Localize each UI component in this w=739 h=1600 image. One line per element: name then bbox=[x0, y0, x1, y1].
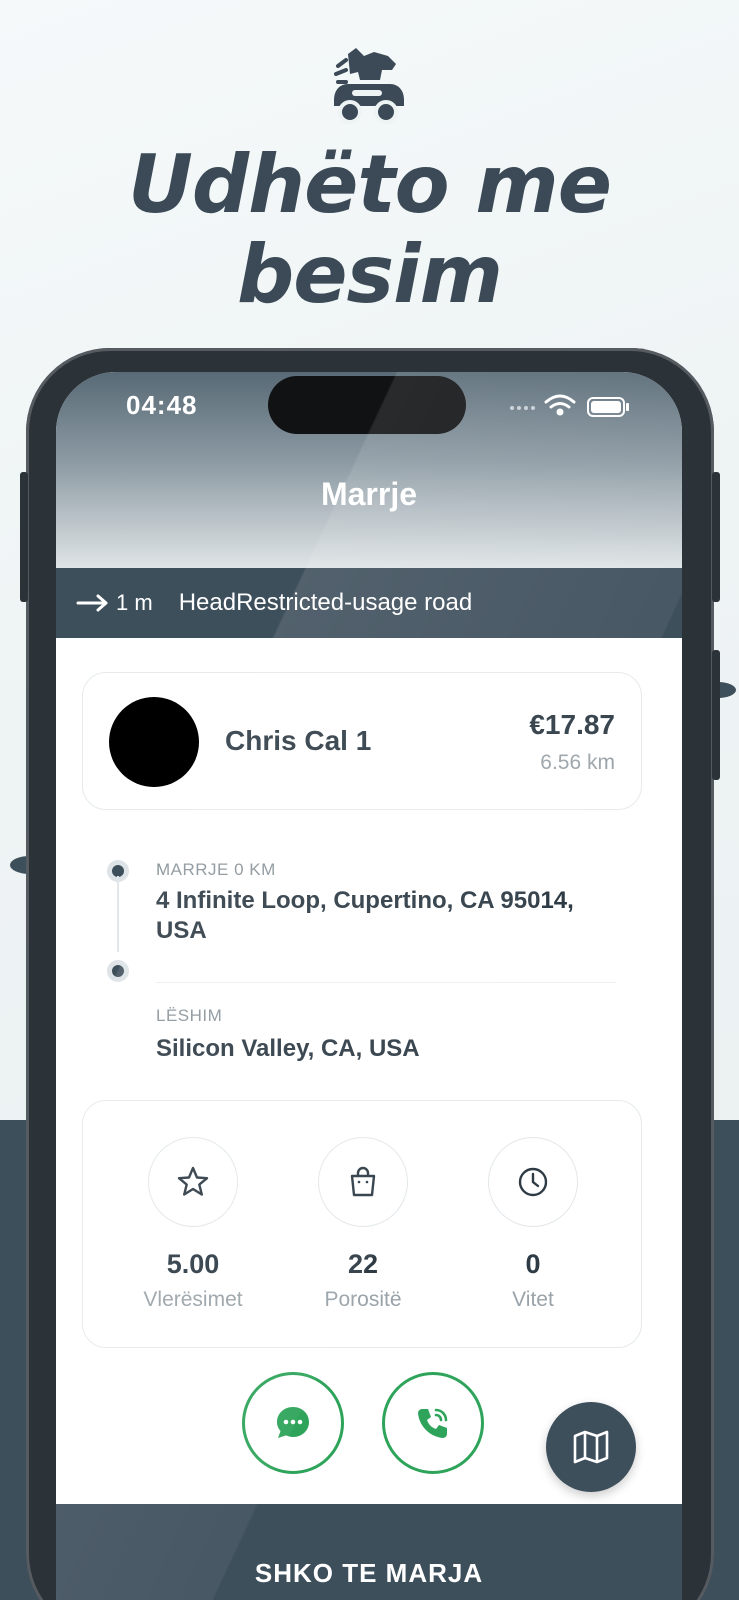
status-icons bbox=[510, 394, 629, 417]
go-to-pickup-label: SHKO TE MARJA bbox=[254, 1558, 484, 1588]
car-logo-icon bbox=[334, 48, 404, 124]
stat-value: 0 bbox=[525, 1249, 541, 1279]
signal-icon bbox=[510, 406, 535, 410]
map-icon bbox=[573, 1430, 609, 1464]
phone-side-button bbox=[20, 472, 28, 602]
chat-button[interactable] bbox=[242, 1372, 344, 1474]
stat-icon-circle bbox=[318, 1137, 408, 1227]
battery-icon bbox=[587, 397, 629, 417]
wifi-icon bbox=[544, 394, 576, 416]
trip-details: Chris Cal 1 €17.87 6.56 km MARRJE 0 KM 4… bbox=[56, 638, 682, 1600]
stat-label: Vitet bbox=[512, 1288, 554, 1311]
phone-side-button bbox=[712, 650, 720, 780]
dropoff-label: LËSHIM bbox=[156, 1006, 223, 1025]
headline: Udhëto me besim bbox=[0, 140, 739, 320]
stat-rating: 5.00 Vlerësimet bbox=[113, 1137, 273, 1312]
rider-name: Chris Cal 1 bbox=[225, 725, 372, 756]
stat-value: 22 bbox=[347, 1249, 379, 1279]
rider-stats-card: 5.00 Vlerësimet 22 Porositë 0 Vitet bbox=[82, 1100, 642, 1348]
stat-years: 0 Vitet bbox=[453, 1137, 613, 1312]
stat-value: 5.00 bbox=[166, 1249, 220, 1279]
pickup-label: MARRJE 0 KM bbox=[156, 860, 276, 879]
map-button[interactable] bbox=[546, 1402, 636, 1492]
arrow-right-icon bbox=[76, 594, 108, 612]
stat-icon-circle bbox=[488, 1137, 578, 1227]
dropoff-address: Silicon Valley, CA, USA bbox=[156, 1035, 420, 1062]
phone-call-icon bbox=[418, 1408, 448, 1438]
headline-line-2: besim bbox=[237, 228, 503, 321]
rider-card[interactable]: Chris Cal 1 €17.87 6.56 km bbox=[82, 672, 642, 810]
phone-side-button bbox=[712, 472, 720, 602]
route-line bbox=[117, 876, 119, 952]
trip-price: €17.87 bbox=[529, 709, 615, 740]
shopping-bag-icon bbox=[350, 1166, 376, 1197]
go-to-pickup-button[interactable]: SHKO TE MARJA bbox=[56, 1504, 682, 1600]
star-icon bbox=[177, 1166, 209, 1196]
stat-orders: 22 Porositë bbox=[283, 1137, 443, 1312]
pickup-address: 4 Infinite Loop, Cupertino, CA 95014, US… bbox=[156, 887, 574, 944]
app-header: 04:48 Marrje bbox=[56, 372, 682, 568]
turn-by-turn-banner[interactable]: 1 m HeadRestricted-usage road bbox=[56, 568, 682, 638]
call-button[interactable] bbox=[382, 1372, 484, 1474]
chat-bubble-icon bbox=[277, 1407, 309, 1438]
trip-distance: 6.56 km bbox=[540, 751, 615, 774]
route-section: MARRJE 0 KM 4 Infinite Loop, Cupertino, … bbox=[56, 844, 682, 1074]
status-time: 04:48 bbox=[126, 390, 198, 420]
nav-instruction: HeadRestricted-usage road bbox=[178, 589, 473, 616]
divider bbox=[156, 982, 616, 983]
stat-label: Porositë bbox=[324, 1288, 402, 1311]
headline-line-1: Udhëto me bbox=[127, 138, 612, 231]
phone-screen: 04:48 Marrje 1 m HeadRestricted-usage ro… bbox=[56, 372, 682, 1600]
nav-distance: 1 m bbox=[116, 590, 153, 615]
page-title: Marrje bbox=[320, 476, 418, 512]
clock-icon bbox=[518, 1167, 548, 1197]
dynamic-island bbox=[268, 376, 466, 434]
stat-icon-circle bbox=[148, 1137, 238, 1227]
dropoff-dot-icon bbox=[107, 960, 129, 982]
avatar bbox=[109, 697, 199, 787]
stat-label: Vlerësimet bbox=[143, 1288, 243, 1311]
